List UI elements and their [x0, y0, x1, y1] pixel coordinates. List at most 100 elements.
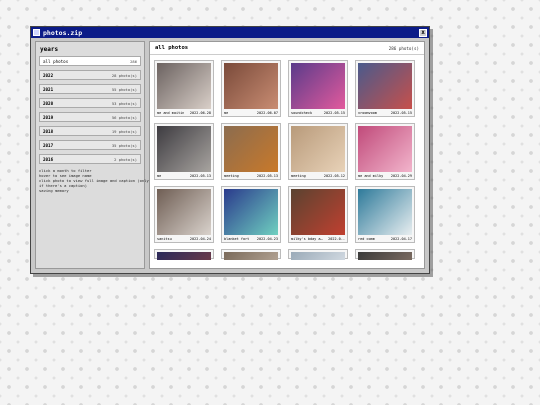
close-button[interactable]: x	[419, 28, 427, 37]
photo-name: vroomvoom	[358, 111, 377, 115]
sidebar-title: years	[40, 46, 59, 53]
photo-card[interactable]	[221, 249, 281, 260]
year-label: 2020	[43, 100, 54, 106]
photo-grid: me and maitin 2022-06-28 me 2022-06-07 sound…	[150, 60, 424, 260]
photo-caption: vroomvoom 2022-05-15	[358, 111, 412, 115]
photo-thumbnail	[224, 63, 278, 109]
photo-name: milky's bday arr--	[291, 237, 323, 241]
photo-thumbnail	[291, 189, 345, 235]
photo-thumbnail	[291, 63, 345, 109]
photo-caption: soundcheck 2022-05-15	[291, 111, 345, 115]
year-count: 19 photo(s)	[111, 128, 137, 134]
year-count: 35 photo(s)	[111, 142, 137, 148]
photo-caption: me 2022-05-13	[157, 174, 211, 178]
photo-thumbnail	[358, 189, 412, 235]
photo-thumbnail	[224, 126, 278, 172]
help-line: saving memory	[39, 188, 69, 193]
photo-name: me	[157, 174, 162, 178]
photo-name: meeting	[224, 174, 239, 178]
year-count: 28 photo(s)	[111, 72, 137, 78]
year-item-2018[interactable]: 2018 19 photo(s)	[39, 126, 141, 136]
year-label: 2019	[43, 114, 54, 120]
year-label: 2017	[43, 142, 54, 148]
photo-card[interactable]: meeting 2022-05-13	[221, 123, 281, 180]
photo-name: meeting	[291, 174, 306, 178]
year-label: 2018	[43, 128, 54, 134]
photo-card[interactable]: me 2022-05-13	[154, 123, 214, 180]
photo-card[interactable]: red comm 2022-04-17	[355, 186, 415, 243]
photo-card[interactable]: me and maitin 2022-06-28	[154, 60, 214, 117]
year-label: 2016	[43, 156, 54, 162]
photo-caption: sanitsu 2022-04-24	[157, 237, 211, 241]
photo-date: 2022-06-07	[256, 111, 278, 115]
photo-name: soundcheck	[291, 111, 313, 115]
photo-thumbnail	[157, 252, 211, 260]
panel-title: all photos	[155, 45, 189, 51]
photo-name: sanitsu	[157, 237, 172, 241]
year-label: 2021	[43, 86, 54, 92]
photo-count: 286 photo(s)	[388, 45, 419, 51]
photo-caption: me and maitin 2022-06-28	[157, 111, 211, 115]
photo-caption: meeting 2022-05-13	[224, 174, 278, 178]
photo-card[interactable]: milky's bday arr-- 2022-0--	[288, 186, 348, 243]
photo-caption: meeting 2022-05-12	[291, 174, 345, 178]
photo-card[interactable]: meeting 2022-05-12	[288, 123, 348, 180]
photo-date: 2022-05-13	[189, 174, 211, 178]
photo-card[interactable]: soundcheck 2022-05-15	[288, 60, 348, 117]
month-count: 286	[130, 58, 137, 64]
month-label: all photos	[43, 58, 69, 64]
year-count: 53 photo(s)	[111, 100, 137, 106]
photo-date: 2022-04-23	[256, 237, 278, 241]
photo-date: 2022-06-28	[189, 111, 211, 115]
photo-thumbnail	[358, 126, 412, 172]
photo-panel-header: all photos 286 photo(s)	[150, 42, 424, 55]
year-item-2022[interactable]: 2022 28 photo(s)	[39, 70, 141, 80]
year-item-2019[interactable]: 2019 56 photo(s)	[39, 112, 141, 122]
photo-date: 2022-05-12	[323, 174, 345, 178]
photo-date: 2022-05-15	[323, 111, 345, 115]
photo-name: me	[224, 111, 229, 115]
photo-date: 2022-05-15	[390, 111, 412, 115]
sidebar: years all photos 286 2022 28 photo(s) 2021 5…	[35, 41, 149, 269]
year-item-2017[interactable]: 2017 35 photo(s)	[39, 140, 141, 150]
photo-thumbnail	[358, 63, 412, 109]
year-label: 2022	[43, 72, 54, 78]
photo-card[interactable]	[154, 249, 214, 260]
photo-name: blanket fort	[224, 237, 250, 241]
photo-caption: milky's bday arr-- 2022-0--	[291, 237, 345, 241]
photo-caption: red comm 2022-04-17	[358, 237, 412, 241]
photo-card[interactable]: me 2022-06-07	[221, 60, 281, 117]
window-title: photos.zip	[43, 28, 83, 37]
photos-window: photos.zip x years all photos 286 2022 28 …	[30, 26, 430, 274]
year-item-2016[interactable]: 2016 2 photo(s)	[39, 154, 141, 164]
photo-thumbnail	[224, 252, 278, 260]
year-count: 2 photo(s)	[114, 156, 137, 162]
photo-thumbnail	[358, 252, 412, 260]
year-item-2020[interactable]: 2020 53 photo(s)	[39, 98, 141, 108]
photo-card[interactable]: vroomvoom 2022-05-15	[355, 60, 415, 117]
photo-card[interactable]: blanket fort 2022-04-23	[221, 186, 281, 243]
year-item-2021[interactable]: 2021 55 photo(s)	[39, 84, 141, 94]
photo-card[interactable]	[288, 249, 348, 260]
photo-name: me and maitin	[157, 111, 185, 115]
photo-thumbnail	[157, 126, 211, 172]
photo-card[interactable]	[355, 249, 415, 260]
photo-name: me and milky	[358, 174, 384, 178]
photo-thumbnail	[157, 63, 211, 109]
photo-caption: me and milky 2022-04-29	[358, 174, 412, 178]
photo-thumbnail	[224, 189, 278, 235]
photo-card[interactable]: sanitsu 2022-04-24	[154, 186, 214, 243]
photo-date: 2022-04-24	[189, 237, 211, 241]
photo-thumbnail	[157, 189, 211, 235]
photo-date: 2022-04-29	[390, 174, 412, 178]
photo-caption: me 2022-06-07	[224, 111, 278, 115]
photo-thumbnail	[291, 126, 345, 172]
photo-thumbnail	[291, 252, 345, 260]
photo-date: 2022-04-17	[390, 237, 412, 241]
year-count: 55 photo(s)	[111, 86, 137, 92]
title-bar[interactable]: photos.zip x	[31, 27, 429, 38]
month-filter-all[interactable]: all photos 286	[39, 56, 141, 66]
photo-card[interactable]: me and milky 2022-04-29	[355, 123, 415, 180]
photo-panel: all photos 286 photo(s) me and maitin 202…	[149, 41, 425, 269]
photo-date: 2022-0--	[328, 237, 345, 241]
